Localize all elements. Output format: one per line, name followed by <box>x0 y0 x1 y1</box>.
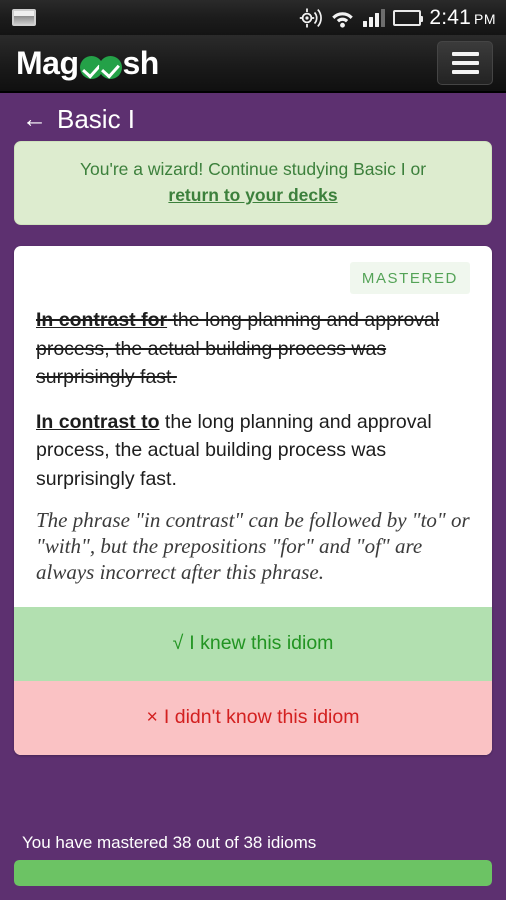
correct-idiom-phrase: In contrast to <box>36 410 160 433</box>
knew-idiom-button[interactable]: √ I knew this idiom <box>14 607 492 681</box>
alert-message: You're a wizard! Continue studying Basic… <box>79 159 427 179</box>
android-status-bar: 2:41 PM <box>0 0 506 35</box>
status-bar-clock: 2:41 PM <box>429 6 496 30</box>
didnt-know-idiom-label: I didn't know this idiom <box>163 706 360 728</box>
page-header: ← Basic I <box>14 93 492 141</box>
return-to-decks-link[interactable]: return to your decks <box>168 185 337 205</box>
logo-text-suffix: sh <box>122 45 160 81</box>
progress-track <box>14 860 492 886</box>
magoosh-logo[interactable]: Mag sh <box>16 47 159 79</box>
check-circle-icon <box>98 55 122 79</box>
app-bar: Mag sh <box>0 35 506 93</box>
incorrect-sentence: In contrast for the long planning and ap… <box>36 306 470 392</box>
incorrect-idiom-phrase: In contrast for <box>36 309 168 331</box>
badge-row: MASTERED <box>36 262 470 294</box>
didnt-know-idiom-button[interactable]: × I didn't know this idiom <box>14 681 492 755</box>
status-bar-left-icons <box>12 9 36 26</box>
explanation-text: The phrase "in contrast" can be followed… <box>36 508 470 584</box>
battery-icon <box>393 9 424 26</box>
knew-idiom-label: I knew this idiom <box>189 632 334 654</box>
gps-location-icon <box>299 7 323 29</box>
clock-meridiem: PM <box>474 10 496 27</box>
progress-label: You have mastered 38 out of 38 idioms <box>22 833 317 852</box>
completion-alert: You're a wizard! Continue studying Basic… <box>14 141 492 225</box>
back-arrow-icon[interactable]: ← <box>22 106 47 132</box>
screenshot-icon <box>12 9 36 26</box>
cross-icon: × <box>146 706 158 728</box>
status-bar-right-icons: 2:41 PM <box>299 6 496 30</box>
hamburger-menu-icon[interactable] <box>437 41 493 85</box>
clock-time: 2:41 <box>429 5 471 29</box>
logo-checkmark-circles <box>79 55 122 79</box>
progress-fill <box>14 860 492 886</box>
correct-sentence: In contrast to the long planning and app… <box>36 408 470 494</box>
status-badge: MASTERED <box>349 262 470 294</box>
page-title: Basic I <box>57 104 136 134</box>
flashcard: MASTERED In contrast for the long planni… <box>14 246 492 755</box>
flashcard-body: MASTERED In contrast for the long planni… <box>14 246 492 607</box>
logo-text-prefix: Mag <box>16 45 79 81</box>
mastery-progress: You have mastered 38 out of 38 idioms <box>14 833 492 886</box>
checkmark-icon: √ <box>172 632 184 654</box>
page-content: ← Basic I You're a wizard! Continue stud… <box>0 93 506 900</box>
cellular-signal-icon <box>363 8 386 27</box>
wifi-icon <box>330 8 355 28</box>
